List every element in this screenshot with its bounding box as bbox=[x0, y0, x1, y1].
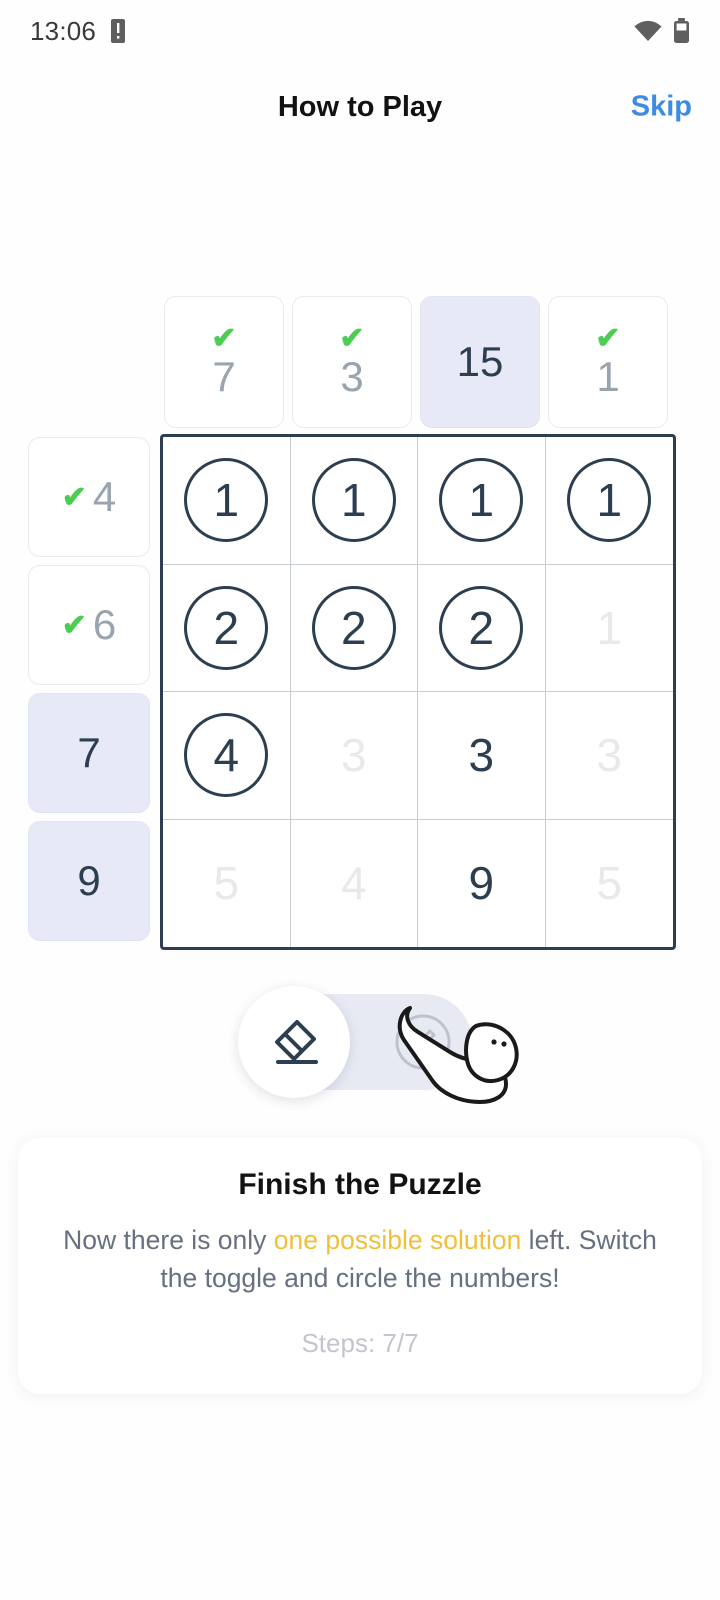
column-header-value: 1 bbox=[596, 352, 620, 400]
column-header-value: 7 bbox=[212, 352, 236, 400]
card-body: Now there is only one possible solution … bbox=[52, 1222, 668, 1297]
row-header-2[interactable]: 7 bbox=[28, 693, 150, 813]
row-header-value: 7 bbox=[77, 729, 101, 776]
column-header-value: 3 bbox=[340, 352, 364, 400]
notification-badge-icon bbox=[111, 19, 126, 43]
check-icon: ✔ bbox=[595, 321, 621, 355]
cell-value: 3 bbox=[596, 729, 623, 782]
grid-cell[interactable]: 2 bbox=[290, 564, 418, 692]
status-bar-left: 13:06 bbox=[30, 16, 128, 47]
grid-cell[interactable]: 2 bbox=[163, 564, 291, 692]
grid-cell[interactable]: 3 bbox=[545, 692, 673, 820]
grid-cell[interactable]: 1 bbox=[545, 437, 673, 565]
column-header-value: 15 bbox=[456, 337, 504, 385]
grid-cell[interactable]: 4 bbox=[163, 692, 291, 820]
cell-value: 5 bbox=[596, 857, 623, 910]
grid-cell[interactable]: 3 bbox=[290, 692, 418, 820]
steps-counter: Steps: 7/7 bbox=[301, 1328, 419, 1358]
check-icon: ✔ bbox=[61, 480, 87, 514]
column-headers: ✔ 7 ✔ 3 15 ✔ 1 bbox=[164, 296, 668, 428]
column-header-3[interactable]: ✔ 1 bbox=[548, 296, 668, 428]
wifi-icon bbox=[634, 20, 662, 41]
tutorial-screen: 13:06 How to Play Skip ✔ 7 ✔ 3 15 ✔ 1 ✔ … bbox=[0, 0, 720, 1600]
grid-cell[interactable]: 5 bbox=[163, 819, 291, 947]
mode-toggle-area bbox=[0, 986, 720, 1108]
column-header-2[interactable]: 15 bbox=[420, 296, 540, 428]
column-header-0[interactable]: ✔ 7 bbox=[164, 296, 284, 428]
cell-value: 1 bbox=[213, 474, 240, 527]
card-body-part1: Now there is only bbox=[63, 1225, 274, 1255]
check-icon: ✔ bbox=[339, 321, 365, 355]
row-header-1[interactable]: ✔ 6 bbox=[28, 565, 150, 685]
cell-value: 9 bbox=[468, 857, 495, 910]
row-headers: ✔ 4 ✔ 6 7 9 bbox=[28, 437, 150, 941]
row-header-value: 6 bbox=[92, 601, 117, 648]
row-header-value: 4 bbox=[92, 473, 117, 520]
cell-value: 2 bbox=[468, 601, 495, 654]
cell-value: 4 bbox=[213, 729, 240, 782]
card-title: Finish the Puzzle bbox=[238, 1168, 482, 1201]
card-body-highlight: one possible solution bbox=[273, 1225, 522, 1255]
app-header: How to Play Skip bbox=[0, 76, 720, 138]
cell-value: 1 bbox=[596, 474, 623, 527]
grid-cell[interactable]: 1 bbox=[545, 565, 673, 692]
grid-cell[interactable]: 5 bbox=[546, 820, 674, 948]
cell-value: 5 bbox=[213, 857, 240, 910]
row-header-0[interactable]: ✔ 4 bbox=[28, 437, 150, 557]
grid-cell[interactable]: 2 bbox=[418, 564, 546, 692]
grid-cell[interactable]: 1 bbox=[290, 437, 418, 565]
check-icon: ✔ bbox=[211, 321, 237, 355]
skip-button[interactable]: Skip bbox=[631, 91, 692, 124]
row-header-value: 9 bbox=[77, 857, 101, 904]
page-title: How to Play bbox=[277, 90, 443, 123]
row-header-3[interactable]: 9 bbox=[28, 821, 150, 941]
grid-cell[interactable]: 9 bbox=[418, 819, 546, 947]
grid-cell[interactable]: 3 bbox=[418, 692, 546, 820]
cell-value: 1 bbox=[340, 474, 367, 527]
cell-value: 1 bbox=[468, 474, 495, 527]
grid-cell[interactable]: 1 bbox=[163, 437, 291, 565]
grid-cell[interactable]: 4 bbox=[291, 819, 418, 947]
puzzle-grid: 1 1 1 1 2 2 2 1 4 3 3 3 5 4 9 5 bbox=[160, 434, 676, 950]
status-bar-right bbox=[633, 18, 690, 44]
grid-cell[interactable]: 1 bbox=[418, 437, 546, 565]
column-header-1[interactable]: ✔ 3 bbox=[292, 296, 412, 428]
battery-icon bbox=[674, 18, 689, 43]
instruction-card: Finish the Puzzle Now there is only one … bbox=[18, 1138, 702, 1394]
status-bar: 13:06 bbox=[0, 0, 720, 62]
cell-value: 2 bbox=[213, 601, 240, 654]
status-time: 13:06 bbox=[30, 15, 97, 46]
check-icon: ✔ bbox=[61, 608, 87, 642]
eraser-icon bbox=[275, 1020, 318, 1064]
cell-value: 4 bbox=[340, 857, 367, 910]
toggle-knob[interactable] bbox=[238, 986, 350, 1098]
cell-value: 1 bbox=[596, 601, 623, 654]
hand-pointer-icon bbox=[397, 1006, 519, 1104]
cell-value: 2 bbox=[340, 601, 367, 654]
cell-value: 3 bbox=[468, 729, 495, 782]
cell-value: 3 bbox=[340, 729, 367, 782]
